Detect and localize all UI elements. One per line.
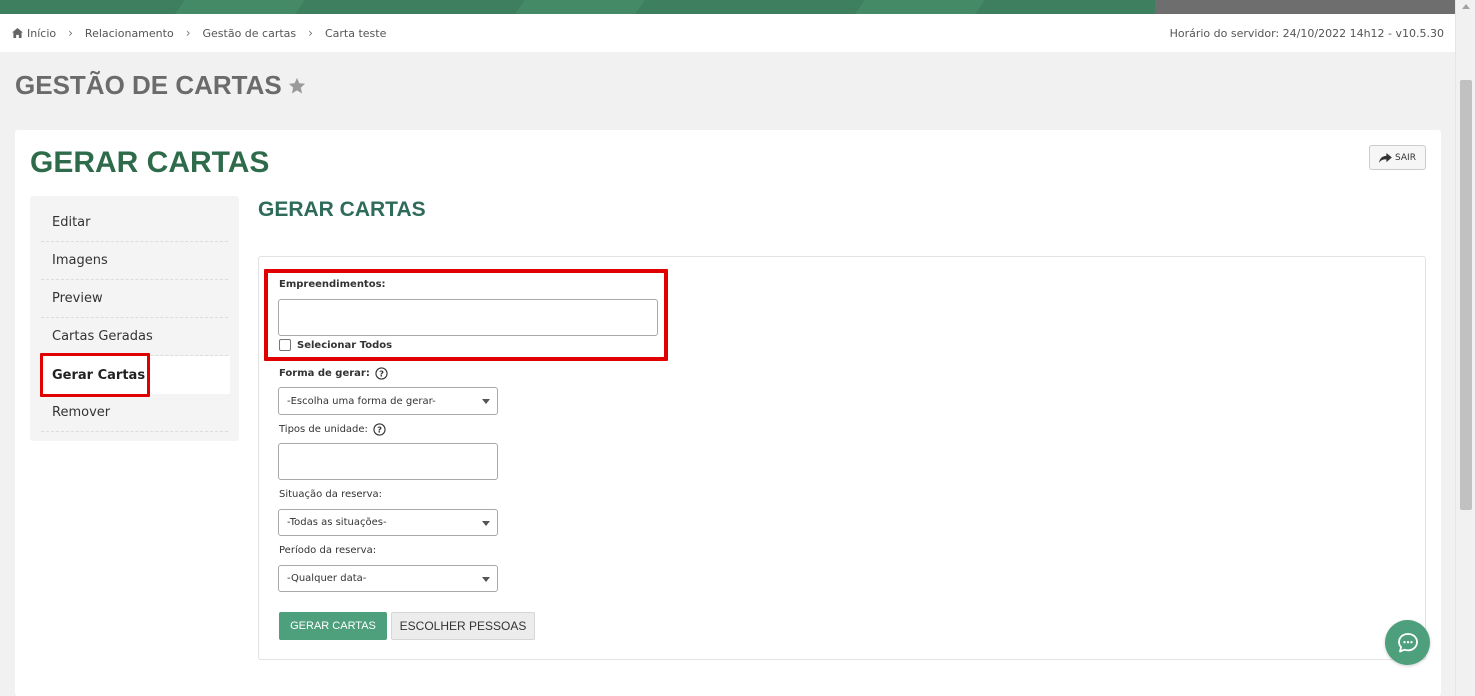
header-stripe: [855, 0, 985, 14]
situacao-da-reserva-label: Situação da reserva:: [279, 489, 383, 500]
empreendimentos-input[interactable]: [278, 299, 658, 336]
tipos-de-unidade-label: Tipos de unidade: ?: [279, 423, 386, 436]
periodo-da-reserva-label: Período da reserva:: [279, 545, 377, 556]
breadcrumb-label: Início: [27, 26, 57, 40]
scrollbar-thumb[interactable]: [1460, 80, 1472, 510]
chevron-right-icon: ›: [68, 26, 73, 40]
exit-button[interactable]: SAIR: [1369, 145, 1426, 170]
side-menu-item-editar[interactable]: Editar: [41, 204, 228, 242]
page-scrollbar[interactable]: [1455, 0, 1475, 696]
header-stripe: [175, 0, 305, 14]
empreendimentos-label: Empreendimentos:: [279, 279, 386, 290]
header-stripe: [515, 0, 645, 14]
home-icon: [12, 28, 23, 38]
help-icon[interactable]: ?: [375, 367, 388, 380]
breadcrumb-item-relacionamento[interactable]: Relacionamento: [85, 27, 174, 40]
share-arrow-icon: [1379, 152, 1392, 163]
breadcrumb-item-home[interactable]: Início: [12, 27, 56, 40]
tipos-de-unidade-input[interactable]: [278, 443, 498, 480]
header-right-block: [1155, 0, 1475, 14]
breadcrumb-item-carta-teste[interactable]: Carta teste: [325, 27, 386, 40]
forma-de-gerar-label: Forma de gerar: ?: [279, 367, 388, 380]
page-title-text: GESTÃO DE CARTAS: [15, 70, 282, 100]
main-card: GERAR CARTAS SAIR Editar Imagens Preview…: [15, 130, 1441, 696]
side-menu: Editar Imagens Preview Cartas Geradas Ge…: [30, 196, 239, 441]
situacao-da-reserva-select[interactable]: -Todas as situações-: [278, 509, 498, 536]
chevron-down-icon: [482, 577, 490, 582]
side-menu-item-preview[interactable]: Preview: [41, 280, 228, 318]
choose-people-button[interactable]: ESCOLHER PESSOAS: [391, 612, 535, 640]
chevron-down-icon: [482, 521, 490, 526]
side-menu-item-gerar-cartas[interactable]: Gerar Cartas: [40, 353, 230, 397]
svg-text:?: ?: [377, 425, 382, 435]
breadcrumb: Início › Relacionamento › Gestão de cart…: [0, 14, 1455, 52]
periodo-da-reserva-select[interactable]: -Qualquer data-: [278, 565, 498, 592]
svg-text:?: ?: [379, 369, 384, 379]
select-all-label: Selecionar Todos: [297, 339, 393, 351]
generate-letters-button[interactable]: GERAR CARTAS: [279, 612, 387, 640]
select-all-checkbox[interactable]: [279, 339, 291, 351]
chevron-down-icon: [482, 399, 490, 404]
side-menu-item-cartas-geradas[interactable]: Cartas Geradas: [41, 318, 228, 356]
scroll-up-arrow-icon[interactable]: [1462, 4, 1470, 9]
side-menu-item-imagens[interactable]: Imagens: [41, 242, 228, 280]
chat-button[interactable]: [1385, 620, 1430, 665]
section-title: GERAR CARTAS: [258, 198, 426, 221]
form-panel: Empreendimentos: Selecionar Todos Forma …: [258, 256, 1426, 660]
forma-de-gerar-select[interactable]: -Escolha uma forma de gerar-: [278, 387, 498, 415]
chat-bubble-icon: [1397, 632, 1418, 652]
breadcrumb-item-gestao-de-cartas[interactable]: Gestão de cartas: [203, 27, 297, 40]
select-all-row: Selecionar Todos: [279, 339, 392, 351]
star-icon[interactable]: [288, 77, 306, 95]
help-icon[interactable]: ?: [373, 423, 386, 436]
side-menu-item-remover[interactable]: Remover: [41, 394, 228, 432]
page-title: GESTÃO DE CARTAS: [15, 70, 306, 101]
chevron-right-icon: ›: [185, 26, 191, 40]
exit-button-label: SAIR: [1395, 152, 1416, 163]
server-time: Horário do servidor: 24/10/2022 14h12 - …: [1169, 27, 1444, 40]
chevron-right-icon: ›: [308, 26, 313, 40]
top-header-band: [0, 0, 1475, 14]
card-title: GERAR CARTAS: [30, 146, 270, 179]
